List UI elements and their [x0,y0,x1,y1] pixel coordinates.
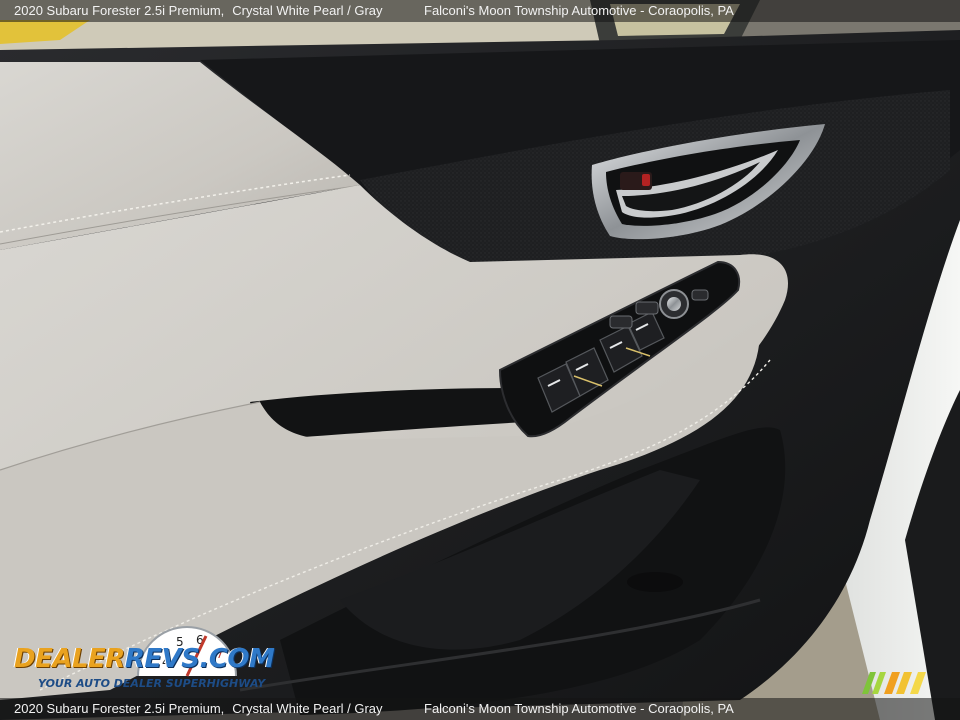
caption-vehicle-color: 2020 Subaru Forester 2.5i Premium, Crysta… [14,0,383,22]
caption-dealer: Falconi's Moon Township Automotive - Cor… [424,3,734,18]
caption-vehicle: 2020 Subaru Forester 2.5i Premium, [14,3,225,18]
caption-bar-top: 2020 Subaru Forester 2.5i Premium, Crysta… [0,0,960,22]
caption-color-bottom: Crystal White Pearl / Gray [232,701,383,716]
dealer-stripes-logo [862,672,926,694]
caption-vehicle-bottom: 2020 Subaru Forester 2.5i Premium, [14,701,225,716]
logo-wordmark: DEALERREVS.COM [14,644,275,674]
caption-vehicle-color-bottom: 2020 Subaru Forester 2.5i Premium, Crysta… [14,698,383,720]
caption-bar-bottom: 2020 Subaru Forester 2.5i Premium, Crysta… [0,698,960,720]
logo-dotcom: .COM [199,644,275,674]
logo-dealer: DEALER [14,644,125,674]
photo-frame: 2020 Subaru Forester 2.5i Premium, Crysta… [0,0,960,720]
door-interior-photo [0,0,960,720]
caption-color: Crystal White Pearl / Gray [232,3,383,18]
caption-dealer-bottom: Falconi's Moon Township Automotive - Cor… [424,701,734,716]
logo-tagline: YOUR AUTO DEALER SUPERHIGHWAY [38,677,266,690]
logo-revs: REVS [124,644,200,674]
dealerrevs-watermark-logo: 4 5 6 7 DEALERREVS.COM YOUR AUTO DEALER … [12,622,275,696]
